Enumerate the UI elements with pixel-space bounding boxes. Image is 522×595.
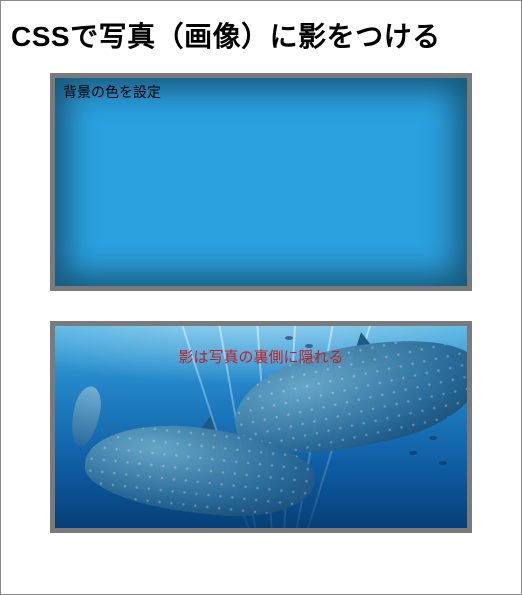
examples-container: 背景の色を設定 影は写真の裏側に隠れる [7, 73, 515, 533]
box1-label: 背景の色を設定 [63, 82, 161, 102]
example-box-bgcolor: 背景の色を設定 [50, 73, 472, 291]
example-box-photo: 影は写真の裏側に隠れる [50, 321, 472, 533]
page-title: CSSで写真（画像）に影をつける [11, 15, 511, 55]
box2-caption: 影は写真の裏側に隠れる [55, 346, 467, 367]
small-fish [67, 384, 105, 448]
